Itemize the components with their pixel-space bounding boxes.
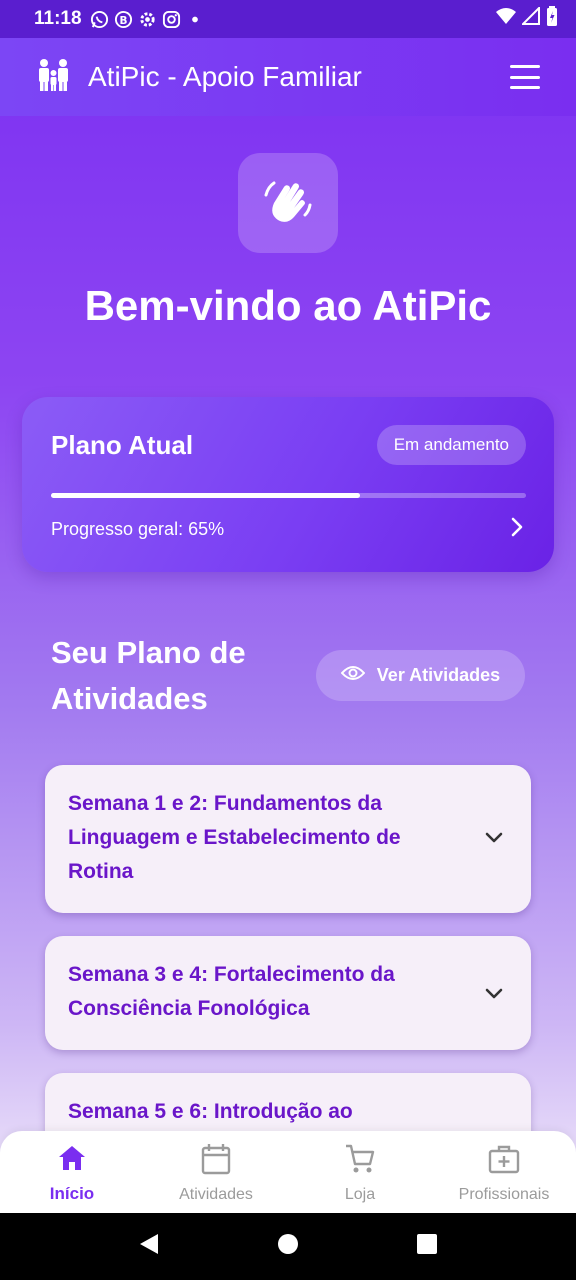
b-app-icon: B xyxy=(114,10,133,29)
signal-icon xyxy=(520,5,540,31)
whatsapp-icon xyxy=(90,10,109,29)
week-card-title: Semana 1 e 2: Fundamentos da Linguagem e… xyxy=(68,792,401,883)
nav-label: Atividades xyxy=(179,1186,253,1203)
week-card-2[interactable]: Semana 3 e 4: Fortalecimento da Consciên… xyxy=(45,936,531,1050)
status-notification-icons: B xyxy=(90,10,205,29)
home-circle-icon[interactable] xyxy=(277,1233,299,1260)
settings-icon xyxy=(138,10,157,29)
week-card-title: Semana 3 e 4: Fortalecimento da Consciên… xyxy=(68,963,395,1020)
waving-hand-icon xyxy=(260,173,316,234)
home-icon xyxy=(57,1143,87,1178)
family-icon xyxy=(36,57,72,98)
nav-label: Loja xyxy=(344,1186,376,1203)
svg-text:B: B xyxy=(119,14,127,26)
nav-item-profissionais[interactable]: Profissionais xyxy=(432,1131,576,1213)
progress-bar xyxy=(51,493,526,498)
view-activities-button[interactable]: Ver Atividades xyxy=(316,650,525,701)
week-card-title: Semana 5 e 6: Introdução ao xyxy=(68,1100,353,1123)
medical-kit-icon xyxy=(488,1143,520,1180)
week-card-1[interactable]: Semana 1 e 2: Fundamentos da Linguagem e… xyxy=(45,765,531,913)
instagram-icon xyxy=(162,10,181,29)
cart-icon xyxy=(344,1143,376,1180)
welcome-heading: Bem-vindo ao AtiPic xyxy=(84,282,492,329)
bottom-navigation: Início Atividades Loja Profissionais xyxy=(0,1131,576,1213)
current-plan-card[interactable]: Plano Atual Em andamento Progresso geral… xyxy=(22,397,554,572)
progress-label: Progresso geral: 65% xyxy=(51,519,225,539)
battery-icon xyxy=(546,6,558,32)
chevron-down-icon[interactable] xyxy=(485,831,503,849)
view-activities-label: Ver Atividades xyxy=(376,665,501,685)
hero-icon-container xyxy=(238,153,338,253)
plan-title: Plano Atual xyxy=(51,430,194,460)
app-bar: AtiPic - Apoio Familiar xyxy=(0,38,576,116)
status-bar: 11:18 B xyxy=(0,0,576,38)
nav-label: Profissionais xyxy=(458,1186,550,1203)
nav-label: Início xyxy=(49,1184,95,1203)
back-icon[interactable] xyxy=(138,1232,160,1261)
eye-icon xyxy=(340,664,366,687)
wifi-icon xyxy=(496,7,516,31)
recents-icon[interactable] xyxy=(416,1233,438,1260)
status-badge: Em andamento xyxy=(376,425,526,465)
chevron-right-icon[interactable] xyxy=(510,516,524,543)
nav-item-atividades[interactable]: Atividades xyxy=(144,1131,288,1213)
progress-bar-fill xyxy=(51,493,360,498)
hamburger-menu-icon[interactable] xyxy=(510,65,540,89)
app-title: AtiPic - Apoio Familiar xyxy=(88,61,362,92)
nav-item-loja[interactable]: Loja xyxy=(288,1131,432,1213)
activities-section-title: Seu Plano de Atividades xyxy=(51,635,246,716)
chevron-down-icon[interactable] xyxy=(485,987,503,1005)
status-time: 11:18 xyxy=(34,8,82,29)
system-navigation-bar xyxy=(0,1213,576,1280)
status-system-icons xyxy=(496,5,558,32)
calendar-icon xyxy=(201,1143,231,1180)
nav-item-inicio[interactable]: Início xyxy=(0,1131,144,1213)
dot-icon xyxy=(186,10,205,29)
